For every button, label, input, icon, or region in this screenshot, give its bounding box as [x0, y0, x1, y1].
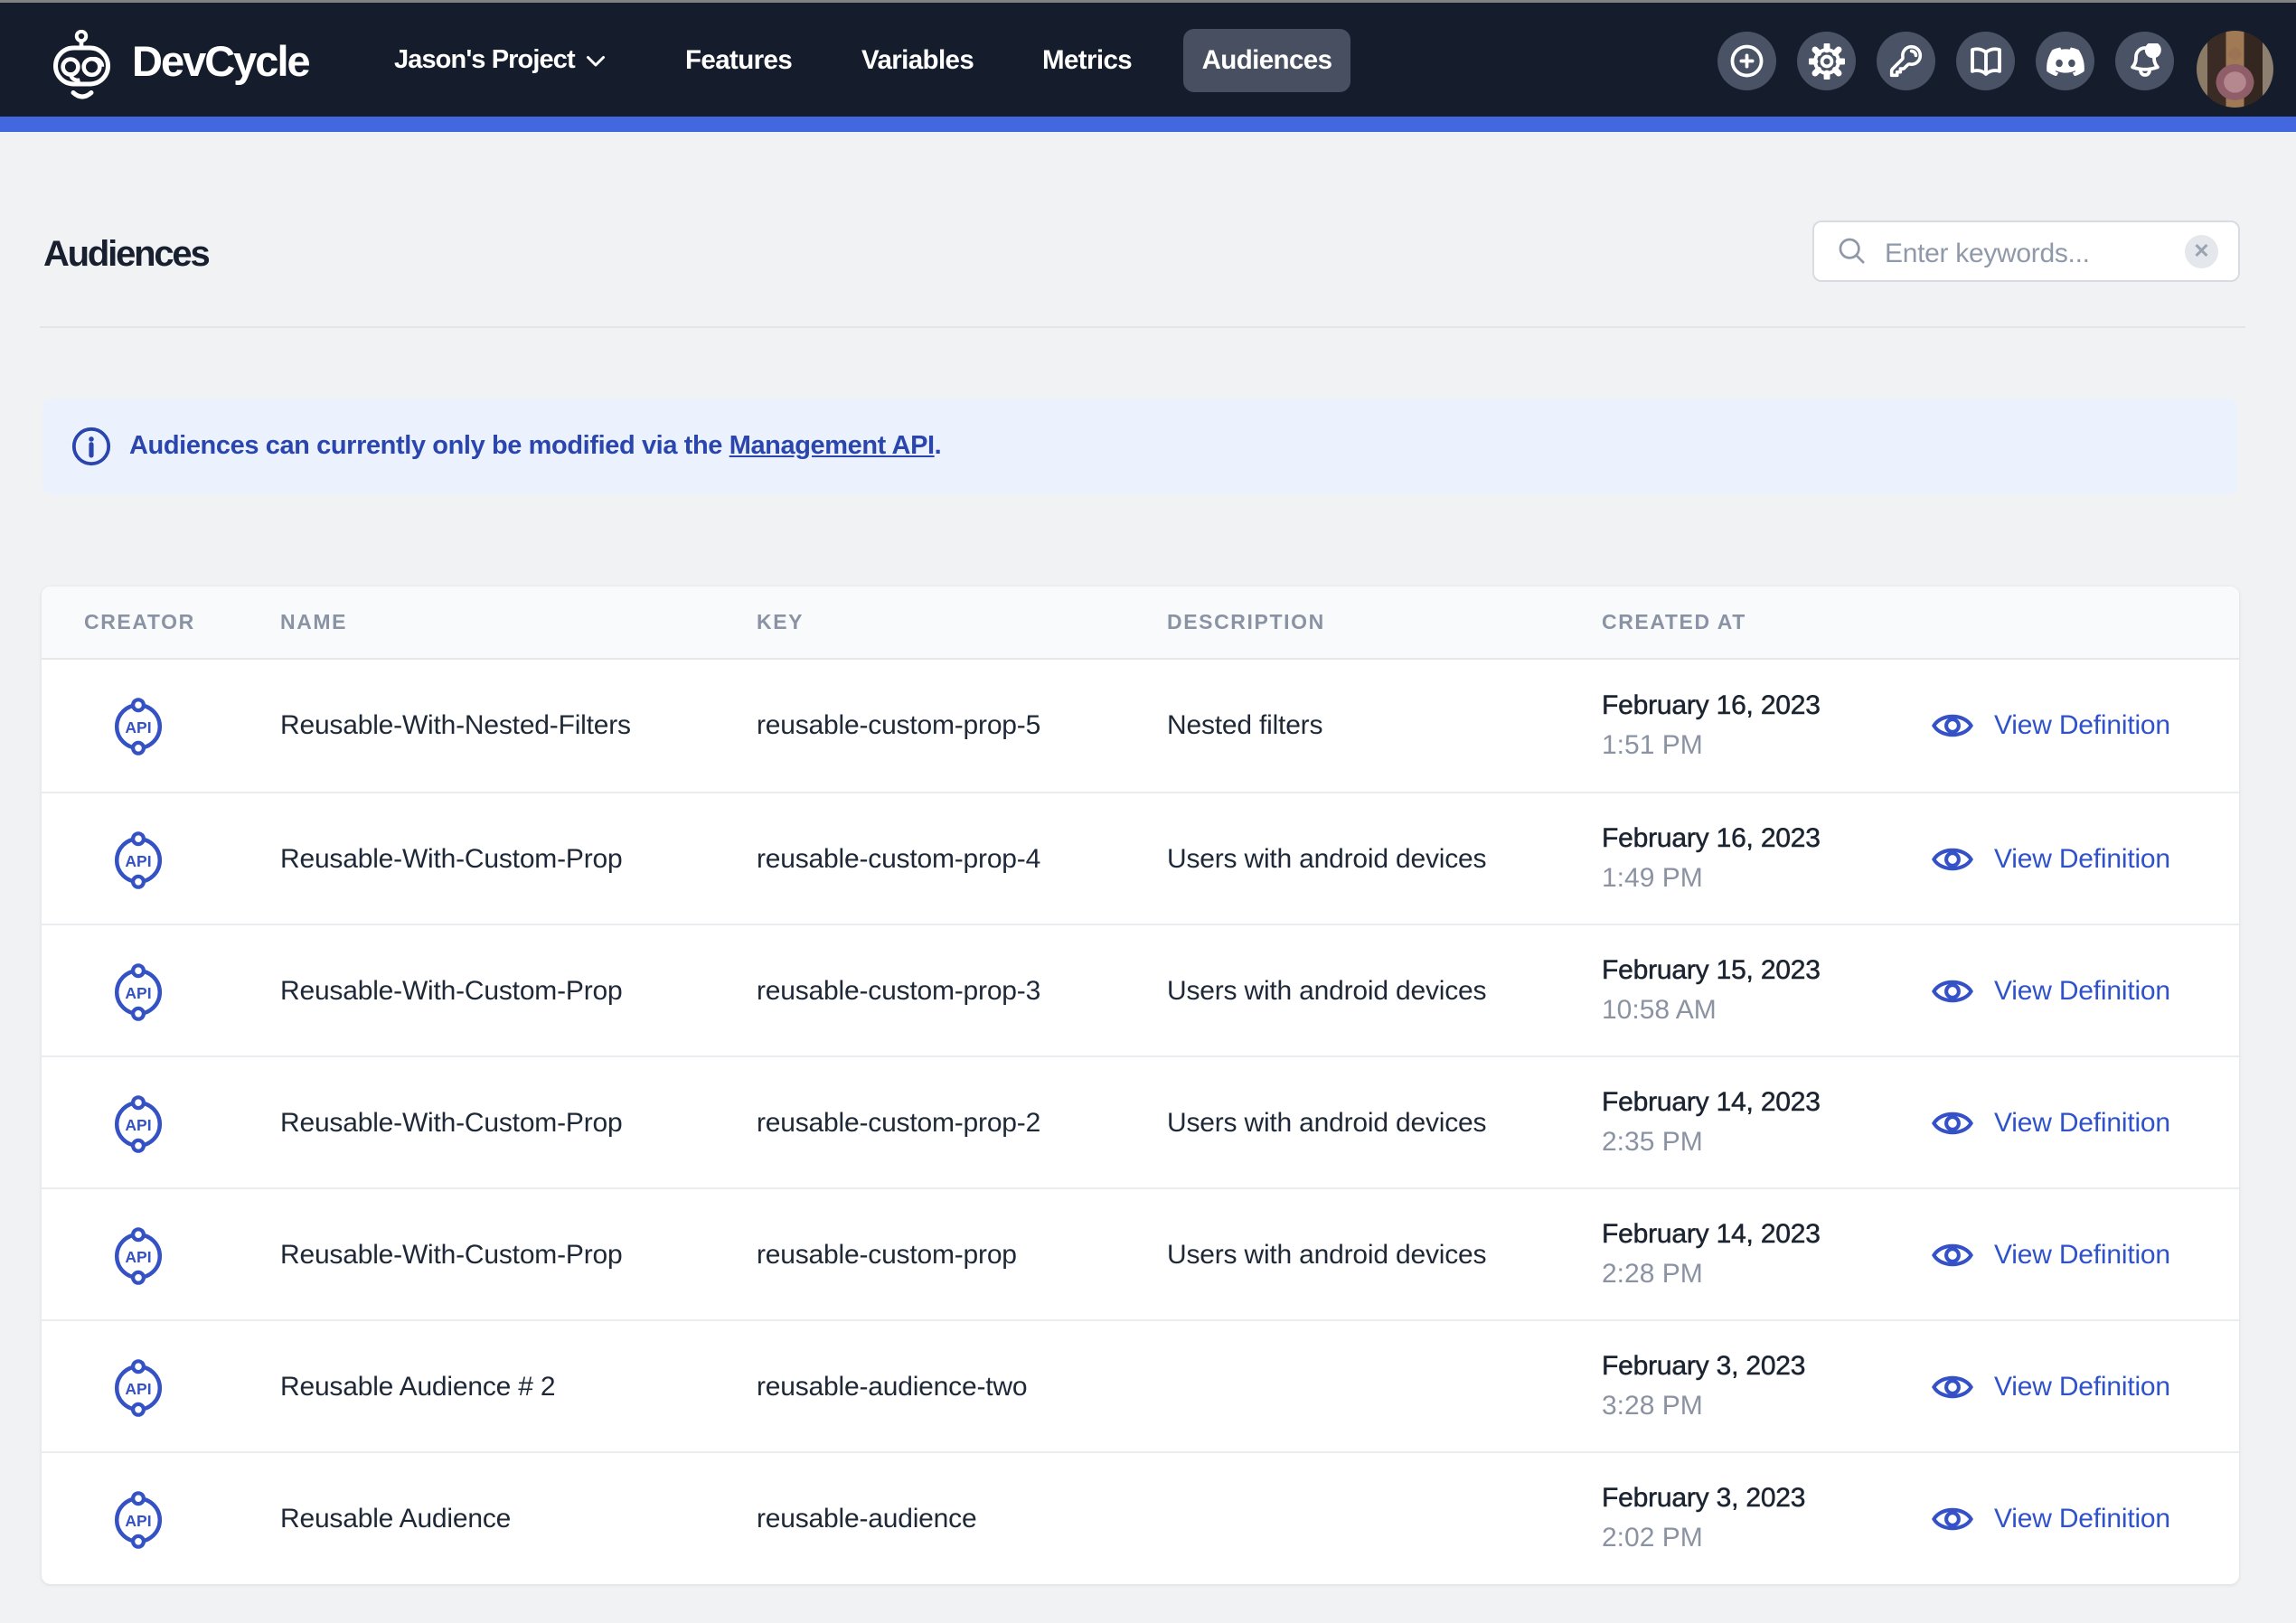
svg-text:API: API: [125, 1512, 151, 1530]
svg-text:API: API: [125, 1248, 151, 1266]
svg-text:API: API: [125, 1116, 151, 1134]
svg-text:API: API: [125, 852, 151, 870]
svg-text:API: API: [125, 1380, 151, 1398]
svg-text:API: API: [125, 984, 151, 1002]
svg-text:API: API: [125, 718, 151, 736]
